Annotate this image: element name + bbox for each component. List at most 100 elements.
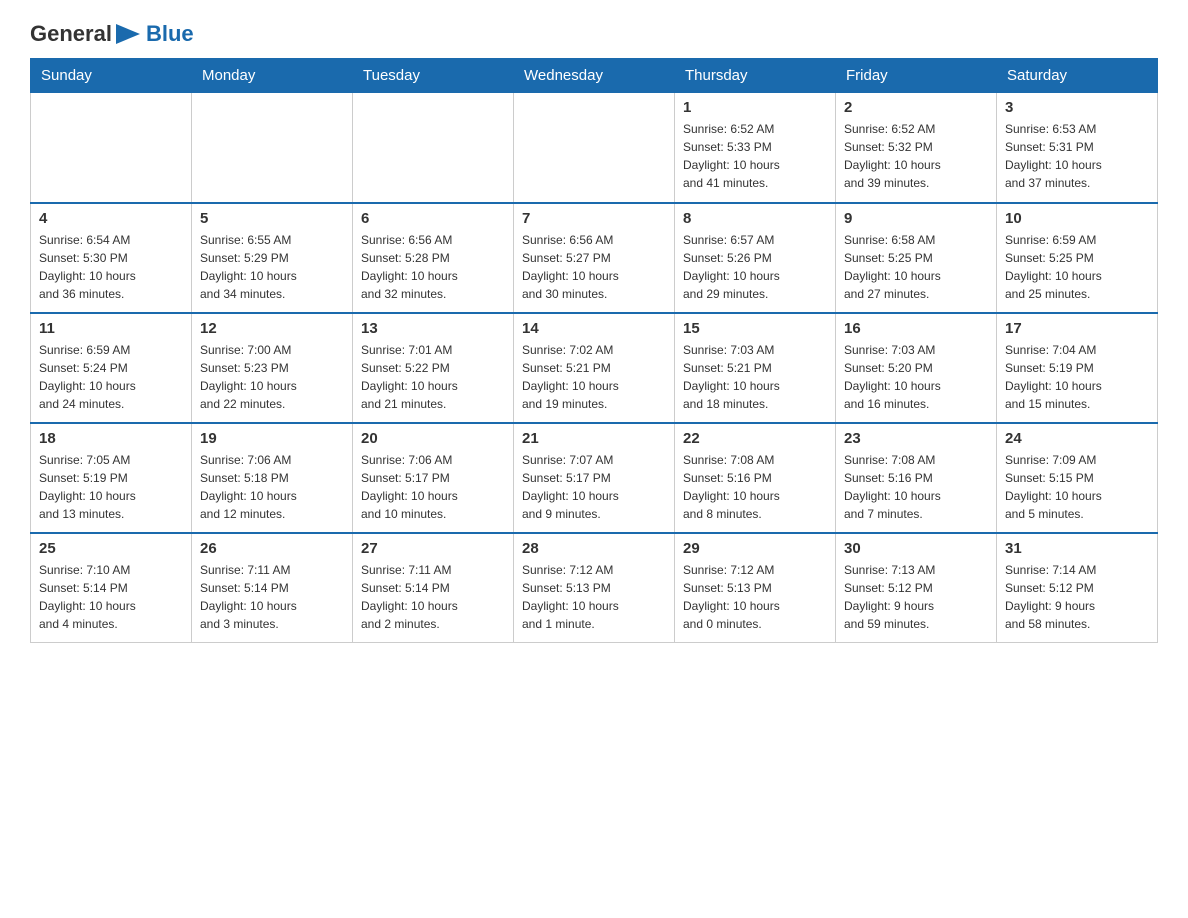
day-info: Sunrise: 7:07 AMSunset: 5:17 PMDaylight:…	[522, 451, 666, 523]
day-number: 5	[200, 210, 344, 227]
day-info: Sunrise: 6:55 AMSunset: 5:29 PMDaylight:…	[200, 231, 344, 303]
day-info: Sunrise: 6:56 AMSunset: 5:28 PMDaylight:…	[361, 231, 505, 303]
calendar-cell: 27 Sunrise: 7:11 AMSunset: 5:14 PMDayligh…	[353, 533, 514, 643]
day-info: Sunrise: 7:11 AMSunset: 5:14 PMDaylight:…	[200, 561, 344, 633]
calendar-cell: 25 Sunrise: 7:10 AMSunset: 5:14 PMDayligh…	[31, 533, 192, 643]
calendar-cell: 7Sunrise: 6:56 AMSunset: 5:27 PMDaylight…	[514, 203, 675, 313]
day-number: 28	[522, 540, 666, 557]
day-number: 12	[200, 320, 344, 337]
calendar-cell: 4Sunrise: 6:54 AMSunset: 5:30 PMDaylight…	[31, 203, 192, 313]
day-info: Sunrise: 7:13 AMSunset: 5:12 PMDaylight:…	[844, 561, 988, 633]
day-info: Sunrise: 7:06 AMSunset: 5:18 PMDaylight:…	[200, 451, 344, 523]
day-info: Sunrise: 7:03 AMSunset: 5:21 PMDaylight:…	[683, 341, 827, 413]
logo-blue: Blue	[146, 21, 194, 46]
day-info: Sunrise: 7:11 AMSunset: 5:14 PMDaylight:…	[361, 561, 505, 633]
calendar-week-row: 25 Sunrise: 7:10 AMSunset: 5:14 PMDayligh…	[31, 533, 1158, 643]
calendar-header-row: SundayMondayTuesdayWednesdayThursdayFrid…	[31, 59, 1158, 93]
calendar-cell: 28 Sunrise: 7:12 AMSunset: 5:13 PMDayligh…	[514, 533, 675, 643]
day-number: 25	[39, 540, 183, 557]
day-number: 17	[1005, 320, 1149, 337]
calendar-cell: 5 Sunrise: 6:55 AMSunset: 5:29 PMDaylight…	[192, 203, 353, 313]
page-header: General Blue	[30, 20, 1158, 48]
calendar-cell: 31 Sunrise: 7:14 AMSunset: 5:12 PMDayligh…	[997, 533, 1158, 643]
calendar-cell: 20 Sunrise: 7:06 AMSunset: 5:17 PMDayligh…	[353, 423, 514, 533]
day-info: Sunrise: 6:59 AMSunset: 5:24 PMDaylight:…	[39, 341, 183, 413]
day-number: 23	[844, 430, 988, 447]
calendar-cell: 23 Sunrise: 7:08 AMSunset: 5:16 PMDayligh…	[836, 423, 997, 533]
day-info: Sunrise: 7:08 AMSunset: 5:16 PMDaylight:…	[683, 451, 827, 523]
calendar-cell: 1Sunrise: 6:52 AMSunset: 5:33 PMDaylight…	[675, 93, 836, 203]
calendar-cell: 19 Sunrise: 7:06 AMSunset: 5:18 PMDayligh…	[192, 423, 353, 533]
day-number: 15	[683, 320, 827, 337]
calendar-cell: 26 Sunrise: 7:11 AMSunset: 5:14 PMDayligh…	[192, 533, 353, 643]
calendar-cell	[192, 93, 353, 203]
calendar-header-saturday: Saturday	[997, 59, 1158, 93]
calendar-header-thursday: Thursday	[675, 59, 836, 93]
calendar-cell	[31, 93, 192, 203]
day-number: 31	[1005, 540, 1149, 557]
calendar-cell: 30 Sunrise: 7:13 AMSunset: 5:12 PMDayligh…	[836, 533, 997, 643]
day-number: 27	[361, 540, 505, 557]
day-number: 14	[522, 320, 666, 337]
day-number: 21	[522, 430, 666, 447]
day-info: Sunrise: 7:05 AMSunset: 5:19 PMDaylight:…	[39, 451, 183, 523]
calendar-cell: 18 Sunrise: 7:05 AMSunset: 5:19 PMDayligh…	[31, 423, 192, 533]
calendar-header-tuesday: Tuesday	[353, 59, 514, 93]
day-info: Sunrise: 6:56 AMSunset: 5:27 PMDaylight:…	[522, 231, 666, 303]
day-number: 24	[1005, 430, 1149, 447]
calendar-cell: 29 Sunrise: 7:12 AMSunset: 5:13 PMDayligh…	[675, 533, 836, 643]
calendar-week-row: 1Sunrise: 6:52 AMSunset: 5:33 PMDaylight…	[31, 93, 1158, 203]
day-info: Sunrise: 7:04 AMSunset: 5:19 PMDaylight:…	[1005, 341, 1149, 413]
calendar-cell: 17 Sunrise: 7:04 AMSunset: 5:19 PMDayligh…	[997, 313, 1158, 423]
calendar-header-monday: Monday	[192, 59, 353, 93]
day-info: Sunrise: 7:14 AMSunset: 5:12 PMDaylight:…	[1005, 561, 1149, 633]
calendar-cell: 15 Sunrise: 7:03 AMSunset: 5:21 PMDayligh…	[675, 313, 836, 423]
calendar-header-friday: Friday	[836, 59, 997, 93]
calendar-cell: 9Sunrise: 6:58 AMSunset: 5:25 PMDaylight…	[836, 203, 997, 313]
day-number: 11	[39, 320, 183, 337]
day-info: Sunrise: 7:06 AMSunset: 5:17 PMDaylight:…	[361, 451, 505, 523]
day-number: 22	[683, 430, 827, 447]
day-number: 9	[844, 210, 988, 227]
calendar-week-row: 4Sunrise: 6:54 AMSunset: 5:30 PMDaylight…	[31, 203, 1158, 313]
day-info: Sunrise: 7:09 AMSunset: 5:15 PMDaylight:…	[1005, 451, 1149, 523]
day-info: Sunrise: 6:53 AMSunset: 5:31 PMDaylight:…	[1005, 120, 1149, 192]
day-number: 20	[361, 430, 505, 447]
logo-general: General	[30, 21, 112, 47]
calendar-cell: 6 Sunrise: 6:56 AMSunset: 5:28 PMDaylight…	[353, 203, 514, 313]
day-info: Sunrise: 6:52 AMSunset: 5:32 PMDaylight:…	[844, 120, 988, 192]
calendar-week-row: 11 Sunrise: 6:59 AMSunset: 5:24 PMDayligh…	[31, 313, 1158, 423]
calendar-cell: 22 Sunrise: 7:08 AMSunset: 5:16 PMDayligh…	[675, 423, 836, 533]
calendar-cell: 12 Sunrise: 7:00 AMSunset: 5:23 PMDayligh…	[192, 313, 353, 423]
day-number: 3	[1005, 99, 1149, 116]
day-info: Sunrise: 7:02 AMSunset: 5:21 PMDaylight:…	[522, 341, 666, 413]
calendar-cell: 3 Sunrise: 6:53 AMSunset: 5:31 PMDaylight…	[997, 93, 1158, 203]
logo-arrow-icon	[114, 20, 142, 48]
day-number: 26	[200, 540, 344, 557]
day-info: Sunrise: 6:59 AMSunset: 5:25 PMDaylight:…	[1005, 231, 1149, 303]
day-number: 30	[844, 540, 988, 557]
day-info: Sunrise: 7:01 AMSunset: 5:22 PMDaylight:…	[361, 341, 505, 413]
calendar-cell: 16 Sunrise: 7:03 AMSunset: 5:20 PMDayligh…	[836, 313, 997, 423]
calendar-table: SundayMondayTuesdayWednesdayThursdayFrid…	[30, 58, 1158, 643]
calendar-header-sunday: Sunday	[31, 59, 192, 93]
calendar-cell: 2Sunrise: 6:52 AMSunset: 5:32 PMDaylight…	[836, 93, 997, 203]
day-info: Sunrise: 6:52 AMSunset: 5:33 PMDaylight:…	[683, 120, 827, 192]
day-info: Sunrise: 7:12 AMSunset: 5:13 PMDaylight:…	[683, 561, 827, 633]
calendar-cell: 13Sunrise: 7:01 AMSunset: 5:22 PMDayligh…	[353, 313, 514, 423]
logo: General Blue	[30, 20, 194, 48]
calendar-cell: 14 Sunrise: 7:02 AMSunset: 5:21 PMDayligh…	[514, 313, 675, 423]
day-info: Sunrise: 7:12 AMSunset: 5:13 PMDaylight:…	[522, 561, 666, 633]
day-number: 6	[361, 210, 505, 227]
day-info: Sunrise: 7:10 AMSunset: 5:14 PMDaylight:…	[39, 561, 183, 633]
calendar-cell: 11 Sunrise: 6:59 AMSunset: 5:24 PMDayligh…	[31, 313, 192, 423]
calendar-cell: 24 Sunrise: 7:09 AMSunset: 5:15 PMDayligh…	[997, 423, 1158, 533]
day-info: Sunrise: 7:00 AMSunset: 5:23 PMDaylight:…	[200, 341, 344, 413]
day-number: 29	[683, 540, 827, 557]
day-number: 16	[844, 320, 988, 337]
day-number: 10	[1005, 210, 1149, 227]
day-number: 19	[200, 430, 344, 447]
day-info: Sunrise: 7:08 AMSunset: 5:16 PMDaylight:…	[844, 451, 988, 523]
day-number: 18	[39, 430, 183, 447]
day-info: Sunrise: 7:03 AMSunset: 5:20 PMDaylight:…	[844, 341, 988, 413]
